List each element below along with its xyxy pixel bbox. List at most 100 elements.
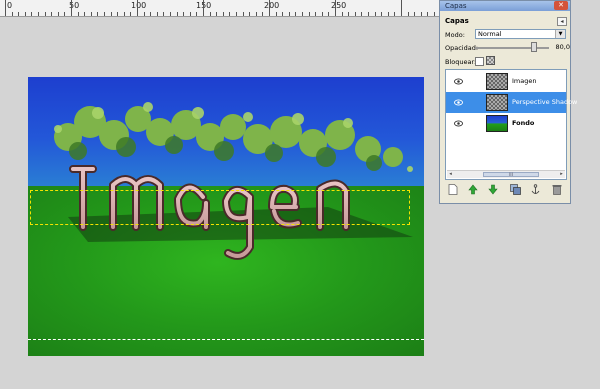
- ruler-tick: [348, 12, 349, 16]
- ruler-tick: [289, 12, 290, 16]
- tab-menu-icon[interactable]: ◂: [557, 17, 567, 26]
- opacity-slider-thumb[interactable]: [531, 42, 538, 52]
- dialog-titlebar[interactable]: Capas ✕: [440, 1, 570, 11]
- eye-icon[interactable]: [454, 119, 463, 128]
- lock-pixels-checkbox[interactable]: [475, 57, 484, 66]
- ruler-tick: [12, 12, 13, 16]
- ruler-tick: [111, 12, 112, 16]
- ruler-tick: [269, 0, 270, 16]
- mode-label: Modo:: [445, 31, 465, 39]
- ruler-tick: [150, 12, 151, 16]
- scroll-right-icon[interactable]: ▸: [558, 171, 565, 178]
- ruler-tick: [243, 12, 244, 16]
- scrollbar-thumb[interactable]: III: [483, 172, 539, 177]
- ruler-tick: [427, 12, 428, 16]
- ruler-tick: [381, 12, 382, 16]
- layers-toolbar: [445, 184, 567, 198]
- ruler-tick: [130, 12, 131, 16]
- opacity-slider-track[interactable]: [475, 47, 549, 49]
- opacity-value[interactable]: 80,0: [551, 43, 570, 52]
- ruler-tick: [38, 12, 39, 16]
- ruler-tick: [25, 12, 26, 16]
- ruler-tick: [124, 12, 125, 16]
- ruler-tick: [31, 12, 32, 16]
- ruler-tick: [421, 12, 422, 16]
- ruler-tick: [78, 12, 79, 16]
- canvas-boundary: [28, 339, 424, 340]
- eye-icon[interactable]: [454, 77, 463, 86]
- scroll-left-icon[interactable]: ◂: [447, 171, 454, 178]
- anchor-layer-icon[interactable]: [529, 184, 541, 196]
- layer-thumbnail: [486, 94, 508, 111]
- chevron-down-icon[interactable]: ▼: [555, 30, 565, 38]
- ruler-tick: [335, 0, 336, 16]
- layer-name: Fondo: [512, 119, 535, 127]
- opacity-label: Opacidad:: [445, 44, 479, 52]
- ruler-tick: [408, 12, 409, 16]
- ruler-tick: [216, 12, 217, 16]
- ruler-tick: [401, 0, 402, 16]
- ruler-tick: [137, 0, 138, 16]
- lower-layer-icon[interactable]: [487, 184, 499, 196]
- ruler-tick: [361, 12, 362, 16]
- ruler-tick: [45, 12, 46, 16]
- ruler-tick: [196, 12, 197, 16]
- layer-name: Imagen: [512, 77, 537, 85]
- lock-alpha-icon[interactable]: [486, 56, 495, 65]
- ruler-tick: [203, 0, 204, 16]
- layer-row-fondo[interactable]: Fondo: [446, 113, 566, 134]
- layer-row-perspective-shadow[interactable]: Perspective Shadow: [446, 92, 577, 113]
- ruler-tick: [210, 12, 211, 16]
- ruler-tick: [256, 12, 257, 16]
- window-title: Capas: [445, 2, 467, 10]
- ruler-tick: [170, 12, 171, 16]
- ruler-tick: [295, 12, 296, 16]
- ruler-tick: [5, 0, 6, 16]
- ruler-tick: [315, 12, 316, 16]
- ruler-label: 250: [331, 1, 347, 10]
- dialog-title: Capas: [445, 17, 469, 25]
- delete-layer-icon[interactable]: [551, 184, 563, 196]
- ruler-tick: [249, 12, 250, 16]
- ruler-tick: [51, 12, 52, 16]
- layers-list[interactable]: Imagen Perspective Shadow Fondo ◂ III ▸: [445, 69, 577, 180]
- ruler-tick: [302, 12, 303, 16]
- raise-layer-icon[interactable]: [467, 184, 479, 196]
- ruler-label: 100: [131, 1, 147, 10]
- selection-marquee[interactable]: [30, 190, 410, 225]
- layer-name: Perspective Shadow: [512, 98, 578, 106]
- ruler-tick: [163, 12, 164, 16]
- ruler-label: 0: [7, 1, 13, 10]
- new-layer-icon[interactable]: [447, 184, 459, 196]
- ruler-tick: [58, 12, 59, 16]
- ruler-tick: [368, 12, 369, 16]
- close-icon[interactable]: ✕: [554, 1, 568, 10]
- ruler-tick: [434, 12, 435, 16]
- ruler-tick: [375, 12, 376, 16]
- ruler-tick: [71, 0, 72, 16]
- ruler-tick: [157, 12, 158, 16]
- ruler-tick: [322, 12, 323, 16]
- ruler-tick: [414, 12, 415, 16]
- ruler-tick: [282, 12, 283, 16]
- duplicate-layer-icon[interactable]: [509, 184, 521, 196]
- image-canvas[interactable]: [28, 77, 424, 356]
- ruler-tick: [223, 12, 224, 16]
- lock-label: Bloquear:: [445, 58, 477, 66]
- mode-select[interactable]: Normal ▼: [475, 29, 566, 39]
- layer-row-imagen[interactable]: Imagen: [446, 71, 566, 92]
- eye-icon[interactable]: [454, 98, 463, 107]
- layers-dialog: Capas ✕ Capas ◂ Modo: Normal ▼ Opacidad:…: [439, 0, 577, 204]
- ruler-tick: [190, 12, 191, 16]
- ruler-tick: [236, 12, 237, 16]
- mode-value: Normal: [478, 30, 502, 38]
- ruler-tick: [97, 12, 98, 16]
- ruler-tick: [177, 12, 178, 16]
- layer-thumbnail: [486, 73, 508, 90]
- ruler-label: 200: [264, 1, 280, 10]
- ruler-tick: [355, 12, 356, 16]
- canvas-area[interactable]: [0, 17, 440, 389]
- ruler-tick: [144, 12, 145, 16]
- horizontal-scrollbar[interactable]: ◂ III ▸: [447, 170, 565, 178]
- ruler-tick: [64, 12, 65, 16]
